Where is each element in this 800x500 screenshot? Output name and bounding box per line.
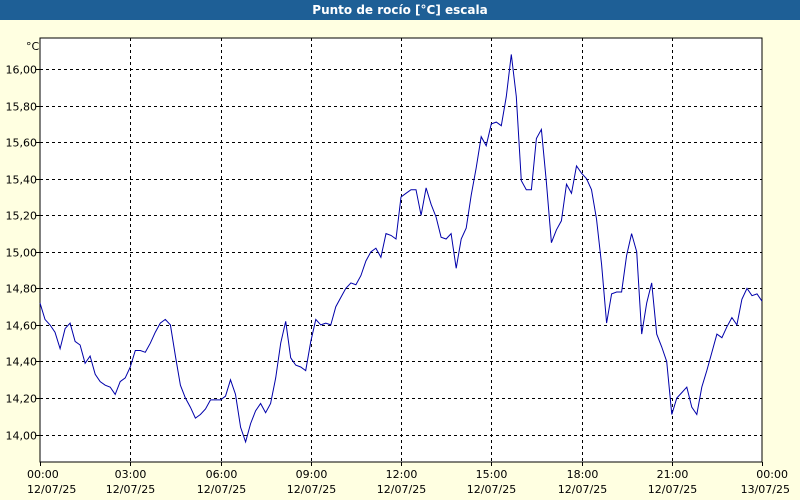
x-tick-time: 15:00 bbox=[476, 468, 508, 481]
y-axis-ticks: 14,00 14,20 14,40 14,60 14,80 15,00 15,20 15,40… bbox=[6, 64, 40, 443]
y-tick-label: 14,20 bbox=[6, 393, 38, 406]
x-tick-date: 12/07/25 bbox=[287, 483, 336, 496]
y-tick-label: 15,20 bbox=[6, 210, 38, 223]
chart-svg: 14,00 14,20 14,40 14,60 14,80 15,00 15,20 15,40… bbox=[6, 37, 790, 496]
y-tick-label: 15,40 bbox=[6, 174, 38, 187]
x-axis-ticks: 00:00 12/07/25 03:00 12/07/25 06:00 12/07/25 0… bbox=[27, 462, 790, 496]
x-tick-date: 13/07/25 bbox=[741, 483, 790, 496]
x-tick-time: 00:00 bbox=[756, 468, 788, 481]
x-tick-date: 12/07/25 bbox=[467, 483, 516, 496]
y-tick-label: 14,80 bbox=[6, 283, 38, 296]
x-tick-time: 09:00 bbox=[296, 468, 328, 481]
y-tick-label: 15,00 bbox=[6, 247, 38, 260]
x-tick-time: 18:00 bbox=[567, 468, 599, 481]
y-tick-label: 14,40 bbox=[6, 356, 38, 369]
x-tick-time: 03:00 bbox=[115, 468, 147, 481]
x-tick-time: 12:00 bbox=[386, 468, 418, 481]
x-tick-date: 12/07/25 bbox=[648, 483, 697, 496]
x-tick-date: 12/07/25 bbox=[106, 483, 155, 496]
y-axis-label: °C bbox=[26, 40, 40, 53]
chart-window: Punto de rocío [°C] escala 14,00 14,20 14,… bbox=[0, 0, 800, 500]
y-tick-label: 14,00 bbox=[6, 430, 38, 443]
x-tick-date: 12/07/25 bbox=[27, 483, 76, 496]
x-tick-time: 00:00 bbox=[27, 468, 59, 481]
y-tick-label: 14,60 bbox=[6, 320, 38, 333]
x-tick-time: 06:00 bbox=[206, 468, 238, 481]
x-tick-date: 12/07/25 bbox=[377, 483, 426, 496]
x-tick-date: 12/07/25 bbox=[558, 483, 607, 496]
y-tick-label: 15,60 bbox=[6, 137, 38, 150]
x-tick-date: 12/07/25 bbox=[197, 483, 246, 496]
y-tick-label: 15,80 bbox=[6, 101, 38, 114]
x-tick-time: 21:00 bbox=[657, 468, 689, 481]
y-tick-label: 16,00 bbox=[6, 64, 38, 77]
